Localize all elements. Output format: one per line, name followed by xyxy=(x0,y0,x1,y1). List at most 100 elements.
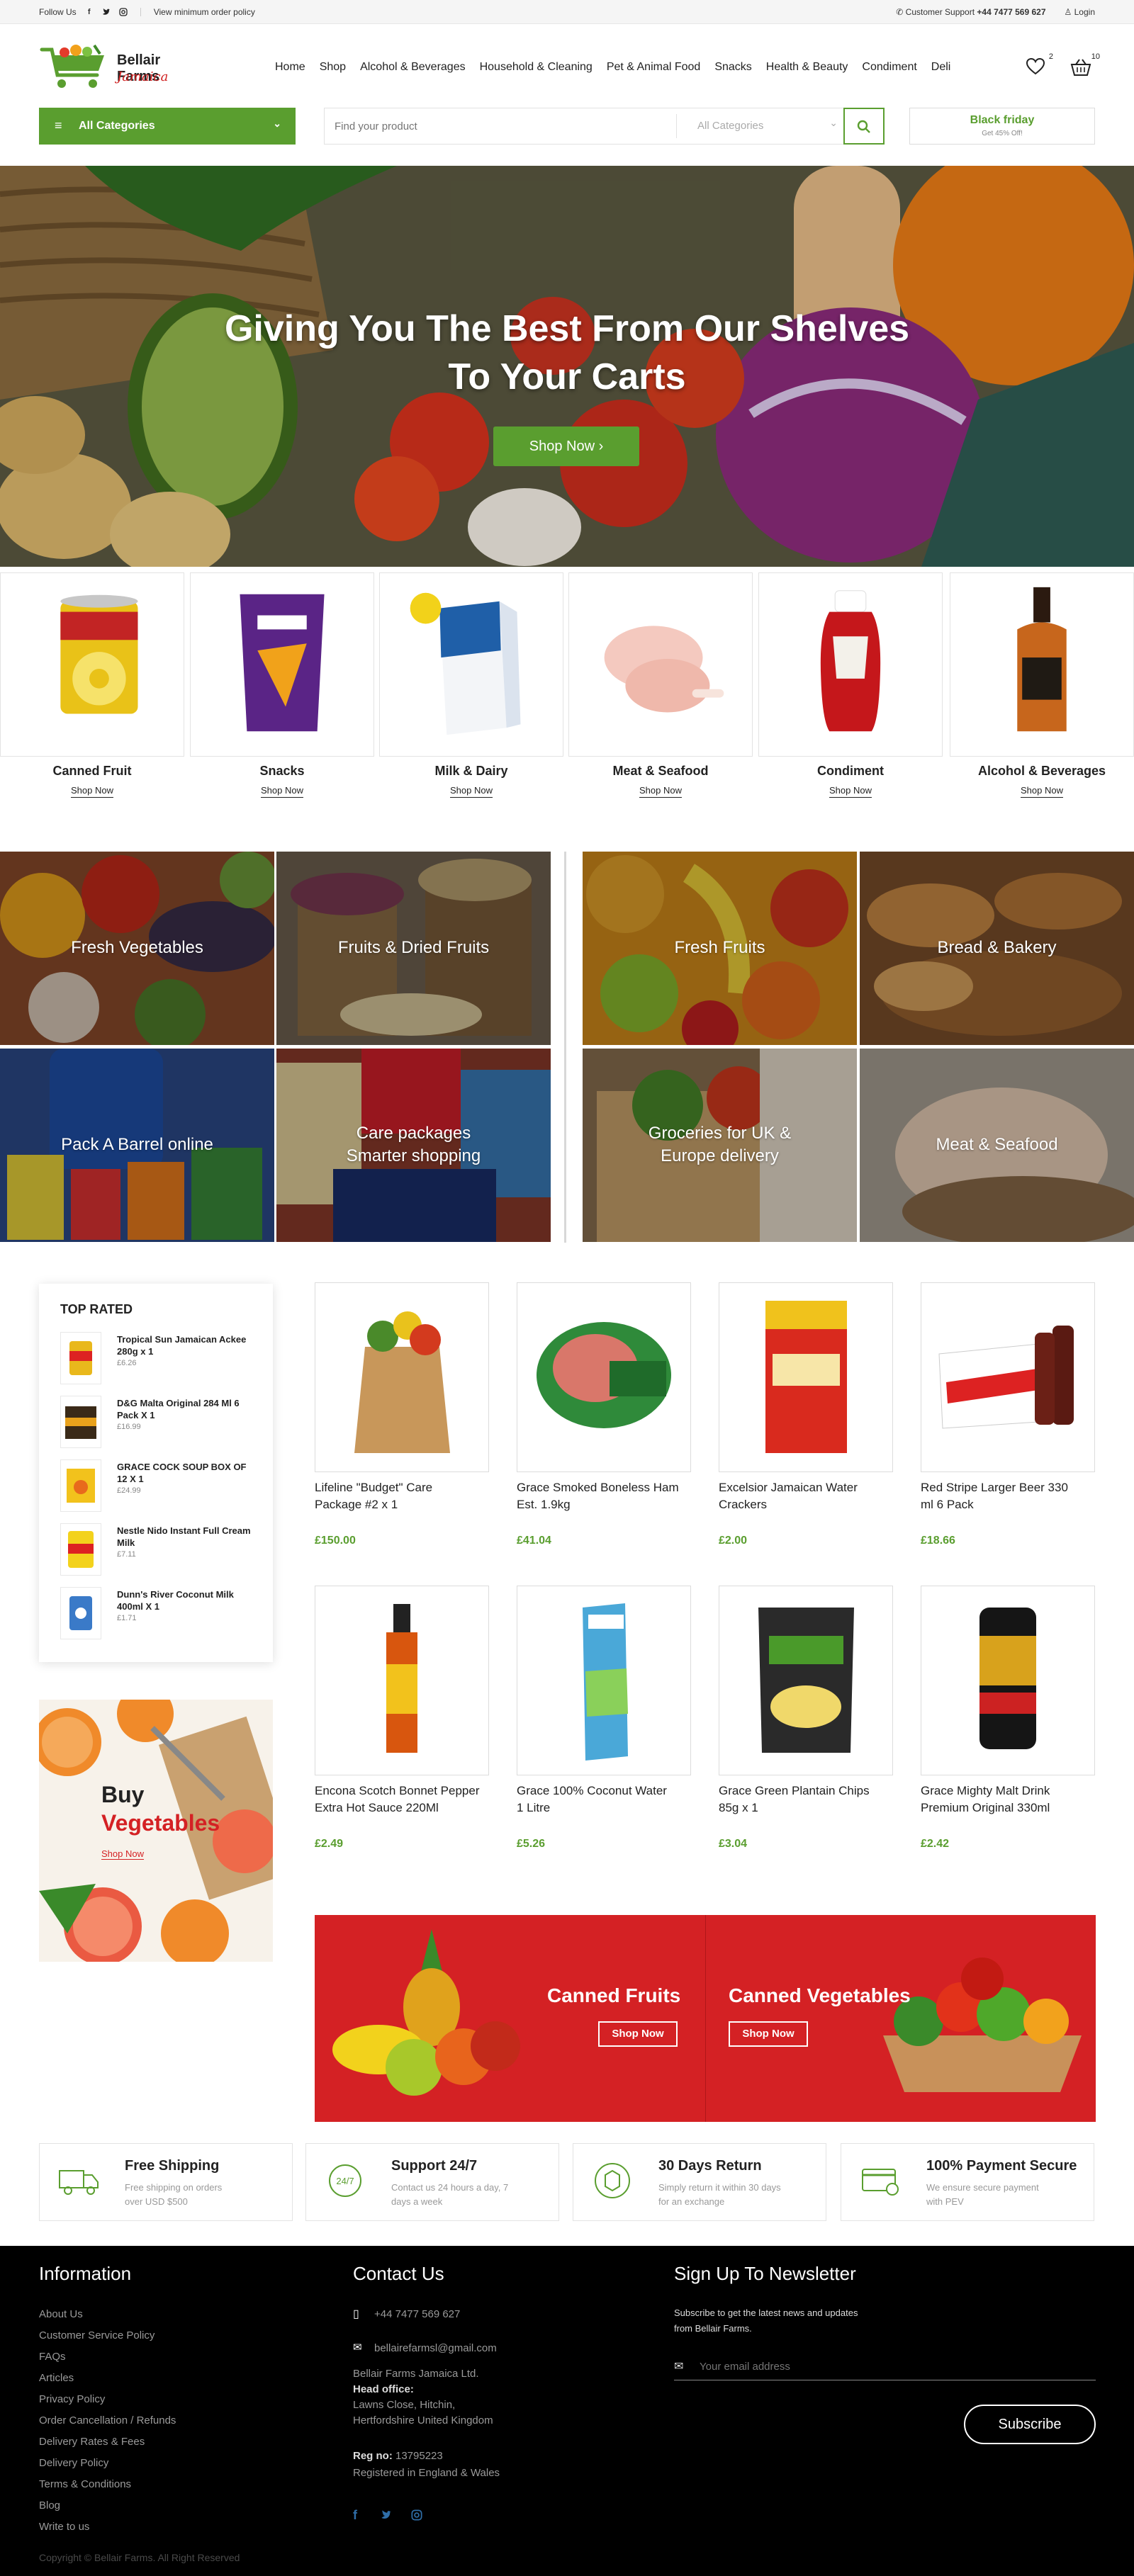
nav-item-household-cleaning[interactable]: Household & Cleaning xyxy=(473,61,600,74)
min-order-link[interactable]: View minimum order policy xyxy=(154,7,255,17)
tile-fruits-dried-fruits[interactable]: Fruits & Dried Fruits xyxy=(276,852,551,1045)
footer-link[interactable]: FAQs xyxy=(39,2351,66,2363)
footer-link[interactable]: Customer Service Policy xyxy=(39,2329,155,2341)
search-category-select[interactable]: All Categories ⌄ xyxy=(689,108,843,144)
product-card[interactable] xyxy=(921,1282,1095,1472)
nav-item-pet-animal-food[interactable]: Pet & Animal Food xyxy=(600,61,708,74)
product-name[interactable]: Grace Green Plantain Chips 85g x 1 xyxy=(719,1783,896,1817)
product-card[interactable] xyxy=(315,1586,489,1775)
category-card-condiment[interactable] xyxy=(758,572,943,757)
product-name[interactable]: GRACE COCK SOUP BOX OF 12 X 1 xyxy=(117,1461,259,1485)
category-card-alcohol-beverages[interactable] xyxy=(950,572,1134,757)
nav-item-condiment[interactable]: Condiment xyxy=(855,61,924,74)
search-input[interactable] xyxy=(335,115,682,137)
credit-card-icon xyxy=(862,2169,899,2196)
category-card-meat-seafood[interactable] xyxy=(568,572,753,757)
category-shop-link[interactable]: Shop Now xyxy=(568,785,753,798)
footer-link[interactable]: Privacy Policy xyxy=(39,2393,105,2405)
product-name[interactable]: Dunn's River Coconut Milk 400ml X 1 xyxy=(117,1588,259,1612)
product-name[interactable]: Tropical Sun Jamaican Ackee 280g x 1 xyxy=(117,1333,259,1357)
facebook-icon[interactable]: f xyxy=(85,8,94,16)
all-categories-button[interactable]: ≡ All Categories ⌄ xyxy=(39,108,296,145)
buy-vegetables-banner[interactable]: Buy Vegetables Shop Now xyxy=(39,1700,273,1962)
footer-link[interactable]: About Us xyxy=(39,2308,83,2320)
product-name[interactable]: Grace 100% Coconut Water 1 Litre xyxy=(517,1783,694,1817)
footer-email[interactable]: bellairefarmsl@gmail.com xyxy=(374,2342,497,2354)
category-card-milk-dairy[interactable] xyxy=(379,572,563,757)
promo-box[interactable]: Black friday Get 45% Off! xyxy=(909,108,1095,145)
nav-item-shop[interactable]: Shop xyxy=(313,61,353,74)
tile-pack-a-barrel[interactable]: Pack A Barrel online xyxy=(0,1049,274,1242)
banner-canned-vegetables[interactable]: Canned Vegetables Shop Now xyxy=(706,1915,1096,2122)
category-shop-link[interactable]: Shop Now xyxy=(0,785,184,798)
top-rated-item[interactable]: Dunn's River Coconut Milk 400ml X 1 £1.7… xyxy=(60,1587,259,1644)
product-card[interactable] xyxy=(517,1586,691,1775)
top-rated-item[interactable]: Tropical Sun Jamaican Ackee 280g x 1 £6.… xyxy=(60,1332,259,1389)
product-card[interactable] xyxy=(921,1586,1095,1775)
nav-item-home[interactable]: Home xyxy=(268,61,313,74)
tile-fresh-fruits[interactable]: Fresh Fruits xyxy=(583,852,857,1045)
tile-bread-bakery[interactable]: Bread & Bakery xyxy=(860,852,1134,1045)
banner-shop-now-button[interactable]: Shop Now xyxy=(598,2021,678,2047)
instagram-icon[interactable] xyxy=(411,2509,422,2524)
footer-link[interactable]: Blog xyxy=(39,2499,60,2512)
product-card[interactable] xyxy=(315,1282,489,1472)
footer-link[interactable]: Terms & Conditions xyxy=(39,2478,131,2490)
footer-link[interactable]: Order Cancellation / Refunds xyxy=(39,2414,176,2427)
hero-shop-now-button[interactable]: Shop Now › xyxy=(493,426,639,466)
product-name[interactable]: Nestle Nido Instant Full Cream Milk xyxy=(117,1525,259,1549)
wishlist-button[interactable]: 2 xyxy=(1026,52,1053,80)
tile-label: Bread & Bakery xyxy=(937,938,1057,957)
footer-link[interactable]: Delivery Rates & Fees xyxy=(39,2436,145,2448)
cart-button[interactable]: 10 xyxy=(1070,52,1100,80)
category-card-snacks[interactable] xyxy=(190,572,374,757)
product-card[interactable] xyxy=(719,1586,893,1775)
product-name[interactable]: Red Stripe Larger Beer 330 ml 6 Pack xyxy=(921,1479,1098,1513)
category-shop-link[interactable]: Shop Now xyxy=(950,785,1134,798)
tile-fresh-vegetables[interactable]: Fresh Vegetables xyxy=(0,852,274,1045)
nav-item-snacks[interactable]: Snacks xyxy=(707,61,758,74)
footer-link[interactable]: Delivery Policy xyxy=(39,2457,108,2469)
login-link[interactable]: ♙ Login xyxy=(1065,7,1095,17)
top-rated-item[interactable]: D&G Malta Original 284 Ml 6 Pack X 1 £16… xyxy=(60,1396,259,1452)
top-rated-item[interactable]: Nestle Nido Instant Full Cream Milk £7.1… xyxy=(60,1523,259,1580)
newsletter-email-field[interactable]: ✉ xyxy=(674,2352,1096,2380)
category-shop-link[interactable]: Shop Now xyxy=(379,785,563,798)
nav-item-health-beauty[interactable]: Health & Beauty xyxy=(759,61,855,74)
newsletter-email-input[interactable] xyxy=(700,2358,1082,2375)
divider xyxy=(676,114,677,138)
tile-care-packages[interactable]: Care packages Smarter shopping xyxy=(276,1049,551,1242)
nav-item-alcohol-beverages[interactable]: Alcohol & Beverages xyxy=(353,61,473,74)
top-rated-item[interactable]: GRACE COCK SOUP BOX OF 12 X 1 £24.99 xyxy=(60,1459,259,1516)
twitter-icon[interactable] xyxy=(102,8,111,16)
support-phone[interactable]: +44 7477 569 627 xyxy=(977,7,1045,17)
instagram-icon[interactable] xyxy=(119,8,128,16)
product-name[interactable]: Encona Scotch Bonnet Pepper Extra Hot Sau… xyxy=(315,1783,492,1817)
buy-vegetables-link[interactable]: Shop Now xyxy=(101,1848,144,1860)
search-button[interactable] xyxy=(843,108,885,145)
product-name[interactable]: D&G Malta Original 284 Ml 6 Pack X 1 xyxy=(117,1397,259,1421)
nav-item-deli[interactable]: Deli xyxy=(924,61,958,74)
banner-title: Canned Vegetables xyxy=(729,1984,911,2006)
tile-groceries-uk-europe[interactable]: Groceries for UK & Europe delivery xyxy=(583,1049,857,1242)
category-shop-link[interactable]: Shop Now xyxy=(758,785,943,798)
banner-canned-fruits[interactable]: Canned Fruits Shop Now xyxy=(315,1915,705,2122)
banner-shop-now-button[interactable]: Shop Now xyxy=(729,2021,808,2047)
product-card[interactable] xyxy=(719,1282,893,1472)
facebook-icon[interactable]: f xyxy=(353,2508,357,2523)
product-card[interactable] xyxy=(517,1282,691,1472)
category-shop-link[interactable]: Shop Now xyxy=(190,785,374,798)
category-card-canned-fruit[interactable] xyxy=(0,572,184,757)
footer-link[interactable]: Articles xyxy=(39,2372,74,2384)
footer-link[interactable]: Write to us xyxy=(39,2521,89,2533)
tile-meat-seafood[interactable]: Meat & Seafood xyxy=(860,1049,1134,1242)
product-price: £6.26 xyxy=(117,1359,137,1367)
footer-phone[interactable]: +44 7477 569 627 xyxy=(374,2308,460,2320)
twitter-icon[interactable] xyxy=(380,2509,393,2524)
product-name[interactable]: Grace Smoked Boneless Ham Est. 1.9kg xyxy=(517,1479,694,1513)
logo[interactable]: Bellair Farms Jamaica xyxy=(39,41,202,95)
product-name[interactable]: Lifeline "Budget" Care Package #2 x 1 xyxy=(315,1479,492,1513)
product-name[interactable]: Excelsior Jamaican Water Crackers xyxy=(719,1479,896,1513)
product-name[interactable]: Grace Mighty Malt Drink Premium Original … xyxy=(921,1783,1098,1817)
subscribe-button[interactable]: Subscribe xyxy=(964,2405,1096,2444)
